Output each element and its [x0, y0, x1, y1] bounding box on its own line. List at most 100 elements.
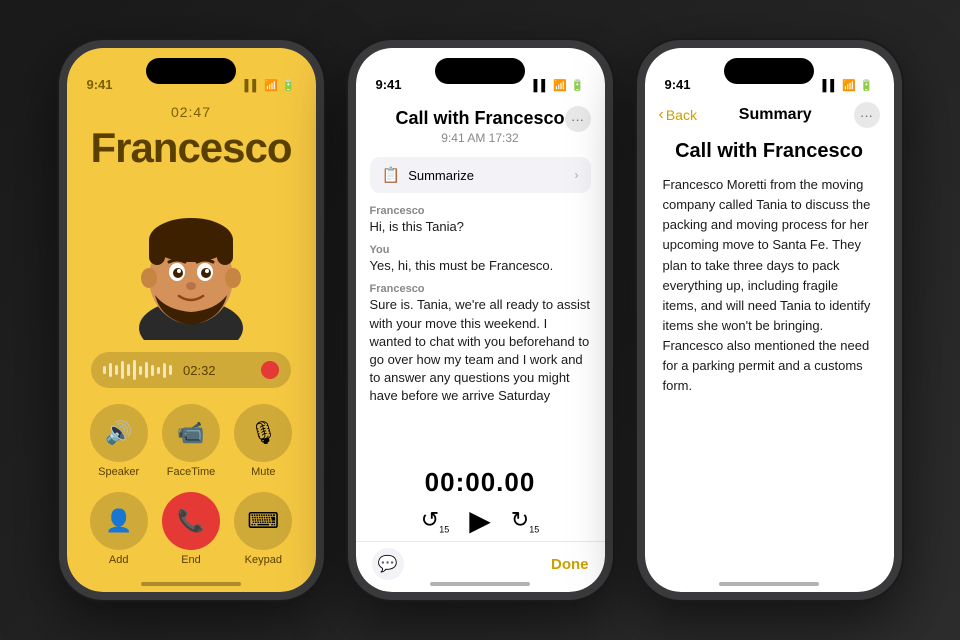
chat-button[interactable]: 💬: [372, 548, 404, 580]
summary-nav-title: Summary: [739, 106, 812, 124]
transcript-title: Call with Francesco: [372, 108, 589, 129]
keypad-label: Keypad: [245, 554, 282, 566]
wave-bar: [133, 360, 136, 380]
signal-icon-3: ▌▌: [823, 80, 839, 92]
transcript-subtitle: 9:41 AM 17:32: [372, 131, 589, 145]
end-call-icon: 📞: [162, 492, 220, 550]
playback-controls: ↺15 ▶ ↻15: [421, 504, 539, 537]
end-label: End: [181, 554, 201, 566]
summarize-label: Summarize: [408, 168, 474, 183]
facetime-button[interactable]: 📹 FaceTime: [162, 404, 220, 478]
summarize-bar[interactable]: 📋 Summarize ›: [370, 157, 591, 193]
summary-text: Francesco Moretti from the moving compan…: [663, 175, 876, 397]
dynamic-island-2: [435, 58, 525, 84]
battery-icon: 🔋: [282, 79, 296, 92]
more-options-button[interactable]: ···: [565, 106, 591, 132]
record-indicator: [261, 361, 279, 379]
skip-back-button[interactable]: ↺15: [421, 507, 449, 534]
wifi-icon-2: 📶: [553, 79, 567, 92]
end-call-button[interactable]: 📞 End: [162, 492, 220, 566]
caller-name: Francesco: [90, 124, 291, 172]
mute-icon: 🎙: [234, 404, 292, 462]
back-label: Back: [666, 107, 697, 123]
playback-section: 00:00.00 ↺15 ▶ ↻15: [356, 459, 605, 541]
summary-nav: ‹ Back Summary ···: [645, 100, 894, 136]
summary-more-button[interactable]: ···: [854, 102, 880, 128]
summarize-chevron-icon: ›: [575, 168, 579, 182]
phone1-content: 02:47 Francesco: [67, 48, 316, 592]
signal-icon-2: ▌▌: [534, 80, 550, 92]
wave-bar: [151, 365, 154, 376]
status-time-3: 9:41: [665, 77, 691, 92]
add-icon: 👤: [90, 492, 148, 550]
mute-button[interactable]: 🎙 Mute: [234, 404, 292, 478]
status-icons-2: ▌▌ 📶 🔋: [534, 79, 585, 92]
phone3-content: ‹ Back Summary ··· Call with Francesco F…: [645, 48, 894, 592]
status-time-2: 9:41: [376, 77, 402, 92]
summary-title: Call with Francesco: [663, 140, 876, 163]
wave-bar: [103, 366, 106, 374]
message-1: Francesco Hi, is this Tania?: [370, 205, 591, 236]
call-timer: 02:47: [171, 104, 211, 120]
add-label: Add: [109, 554, 129, 566]
message-text-2: Yes, hi, this must be Francesco.: [370, 257, 591, 275]
wave-bar: [169, 365, 172, 375]
home-indicator-1: [141, 582, 241, 586]
skip-forward-button[interactable]: ↻15: [511, 507, 539, 534]
add-button[interactable]: 👤 Add: [90, 492, 148, 566]
keypad-button[interactable]: ⌨ Keypad: [234, 492, 292, 566]
phone-active-call: 9:41 ▌▌ 📶 🔋 02:47 Francesco: [59, 40, 324, 600]
wave-bar: [127, 364, 130, 376]
wave-bar: [145, 362, 148, 378]
mute-label: Mute: [251, 466, 275, 478]
signal-icon: ▌▌: [245, 80, 261, 92]
home-indicator-2: [430, 582, 530, 586]
phone-summary: 9:41 ▌▌ 📶 🔋 ‹ Back Summary ··· Ca: [637, 40, 902, 600]
done-button[interactable]: Done: [551, 556, 589, 573]
back-button[interactable]: ‹ Back: [659, 106, 697, 124]
transcript-body: Francesco Hi, is this Tania? You Yes, hi…: [356, 201, 605, 459]
wave-bar: [109, 363, 112, 377]
message-text-3: Sure is. Tania, we're all ready to assis…: [370, 296, 591, 405]
memoji-avatar: [111, 180, 271, 340]
dynamic-island: [146, 58, 236, 84]
wave-bar: [163, 363, 166, 378]
battery-icon-2: 🔋: [571, 79, 585, 92]
wave-bar: [121, 361, 124, 379]
facetime-icon: 📹: [162, 404, 220, 462]
back-chevron-icon: ‹: [659, 106, 664, 124]
wave-bar: [115, 365, 118, 375]
battery-icon-3: 🔋: [860, 79, 874, 92]
message-2: You Yes, hi, this must be Francesco.: [370, 244, 591, 275]
playback-time: 00:00.00: [425, 467, 536, 498]
play-button[interactable]: ▶: [469, 504, 491, 537]
message-3: Francesco Sure is. Tania, we're all read…: [370, 283, 591, 405]
wifi-icon-3: 📶: [842, 79, 856, 92]
call-controls: 🔊 Speaker 📹 FaceTime 🎙 Mute: [67, 404, 316, 566]
speaker-icon: 🔊: [90, 404, 148, 462]
speaker-label: Speaker: [98, 466, 139, 478]
wifi-icon: 📶: [264, 79, 278, 92]
controls-row-1: 🔊 Speaker 📹 FaceTime 🎙 Mute: [83, 404, 300, 478]
audio-waveform: 02:32: [91, 352, 291, 388]
status-icons-3: ▌▌ 📶 🔋: [823, 79, 874, 92]
sender-3: Francesco: [370, 283, 591, 295]
dynamic-island-3: [724, 58, 814, 84]
speaker-button[interactable]: 🔊 Speaker: [90, 404, 148, 478]
message-text-1: Hi, is this Tania?: [370, 218, 591, 236]
controls-row-2: 👤 Add 📞 End ⌨ Keypad: [83, 492, 300, 566]
phone-transcript: 9:41 ▌▌ 📶 🔋 Call with Francesco 9:41 AM …: [348, 40, 613, 600]
call-duration: 02:32: [183, 363, 216, 378]
wave-bar: [157, 367, 160, 374]
home-indicator-3: [719, 582, 819, 586]
wave-bar: [139, 366, 142, 375]
status-icons-1: ▌▌ 📶 🔋: [245, 79, 296, 92]
sender-1: Francesco: [370, 205, 591, 217]
phones-container: 9:41 ▌▌ 📶 🔋 02:47 Francesco: [0, 0, 960, 640]
keypad-icon: ⌨: [234, 492, 292, 550]
summarize-icon: 📋: [382, 166, 401, 184]
phone2-content: Call with Francesco 9:41 AM 17:32 ··· 📋 …: [356, 48, 605, 592]
facetime-label: FaceTime: [167, 466, 216, 478]
summary-body: Call with Francesco Francesco Moretti fr…: [645, 136, 894, 401]
sender-2: You: [370, 244, 591, 256]
